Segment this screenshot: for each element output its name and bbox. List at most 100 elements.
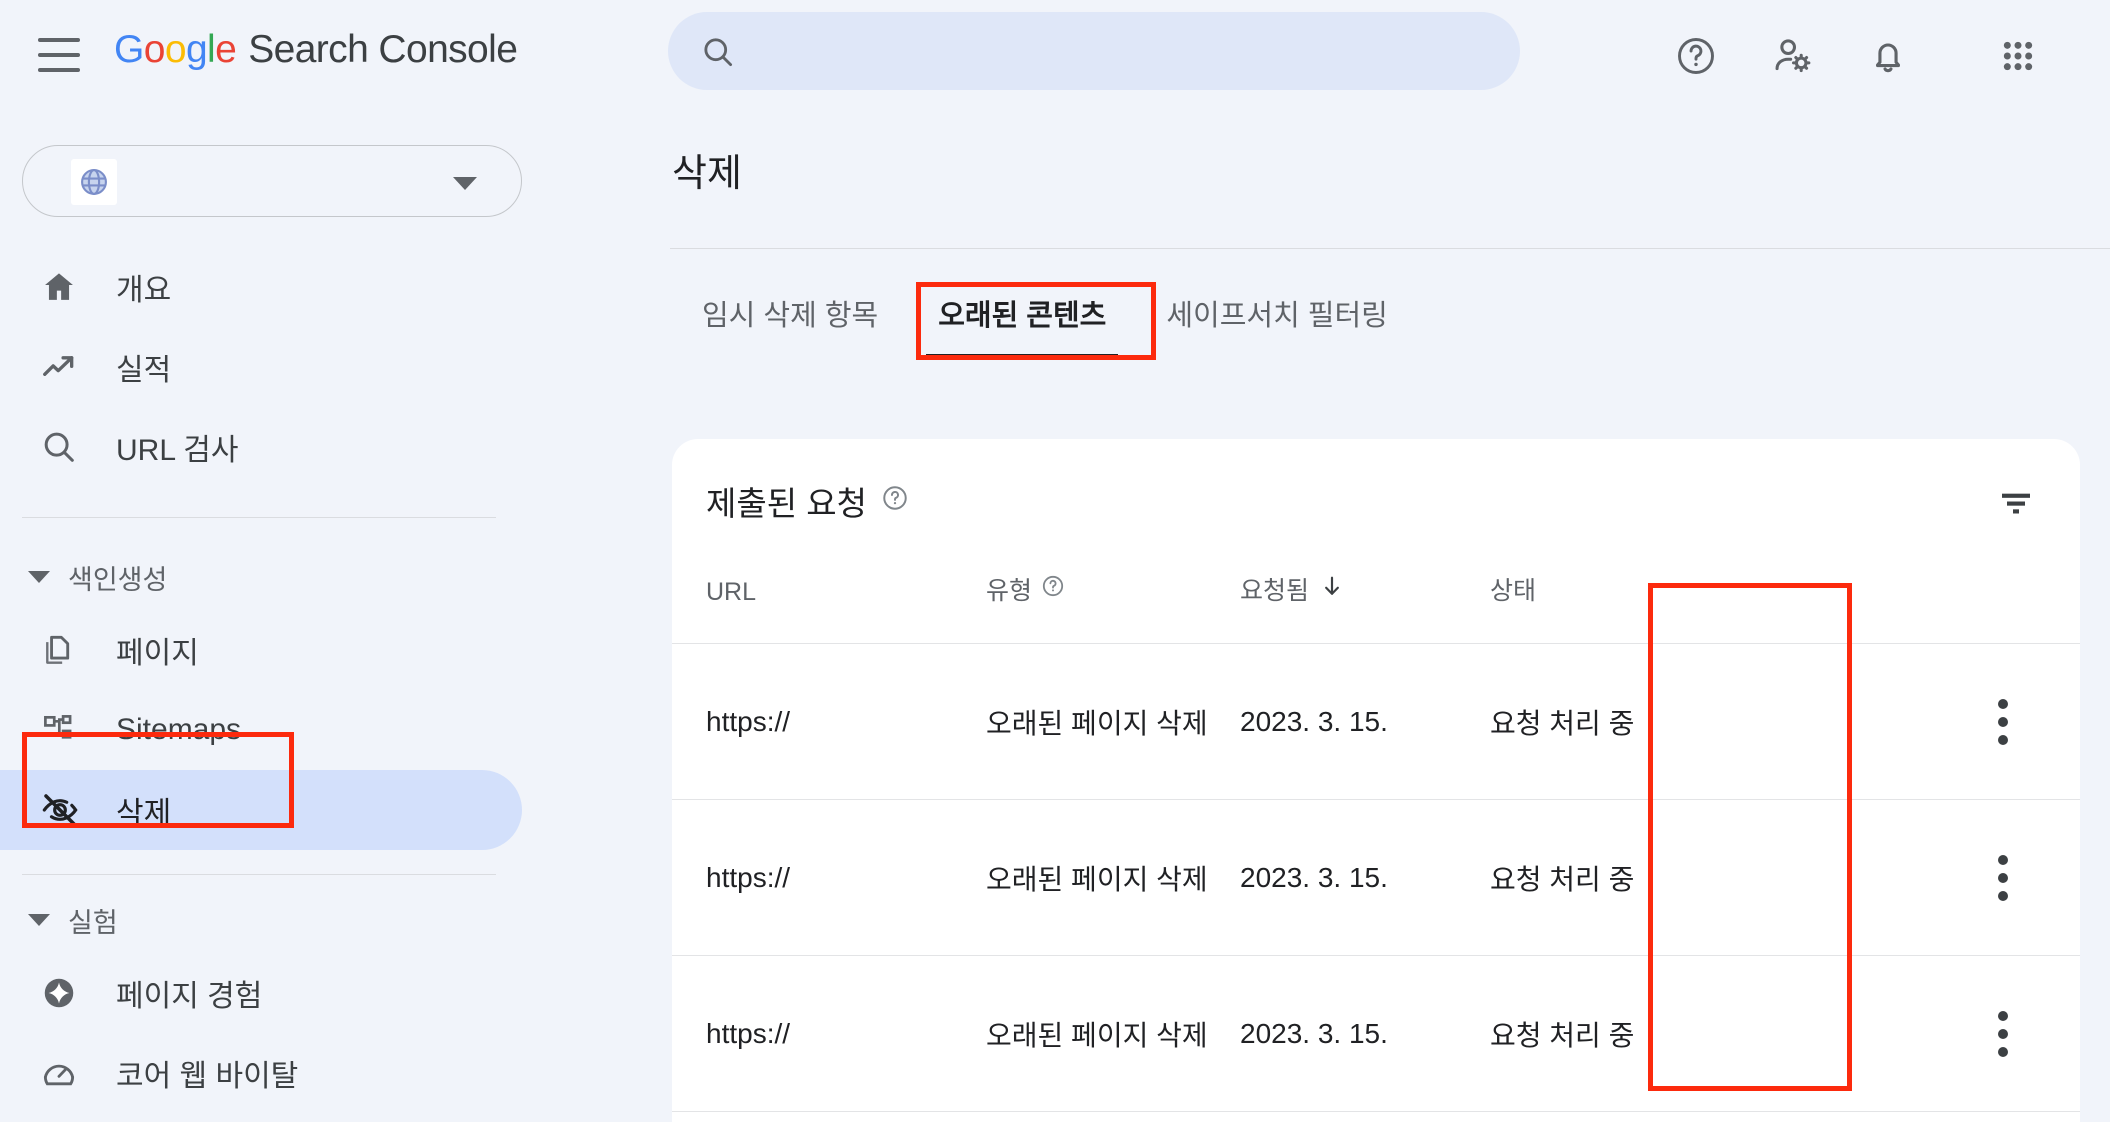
logo-letter-l: l xyxy=(207,28,216,71)
sidebar-item-page-experience[interactable]: 페이지 경험 xyxy=(0,953,648,1033)
help-icon[interactable] xyxy=(1648,26,1744,86)
sort-descending-arrow-icon xyxy=(1319,573,1345,606)
sidebar-item-label: 코어 웹 바이탈 xyxy=(116,1060,299,1093)
sidebar-item-url-inspection[interactable]: URL 검사 xyxy=(0,407,648,487)
cell-requested: 2023. 3. 15. xyxy=(1240,1111,1490,1122)
cell-type: 오래된 페이지 삭제 xyxy=(986,643,1240,800)
apps-grid-icon[interactable] xyxy=(1970,26,2066,86)
tab-bar: 임시 삭제 항목 오래된 콘텐츠 세이프서치 필터링 xyxy=(672,270,1418,360)
column-header-actions xyxy=(1696,565,2080,644)
table-row[interactable]: https:// 오래된 페이지 삭제 2023. 3. 15. 요청 처리 중 xyxy=(672,643,2080,800)
search-icon xyxy=(40,428,98,466)
tab-temporary-removals[interactable]: 임시 삭제 항목 xyxy=(672,270,908,360)
column-header-label: 상태 xyxy=(1490,577,1537,605)
cell-status: 요청 처리 중 xyxy=(1490,643,1696,800)
top-bar-icons xyxy=(1648,26,2066,86)
notifications-bell-icon[interactable] xyxy=(1840,26,1936,86)
eye-off-icon xyxy=(40,790,98,830)
logo-letter-e: e xyxy=(215,28,237,71)
column-header-status[interactable]: 상태 xyxy=(1490,565,1696,644)
cell-type: 오래된 페이지 삭제 xyxy=(986,799,1240,956)
chevron-down-icon xyxy=(453,177,477,190)
tab-outdated-content[interactable]: 오래된 콘텐츠 xyxy=(908,270,1136,360)
sidebar-nav: 개요 실적 URL 검사 색인생성 페이지 Sitemaps 삭제 실험 페이지… xyxy=(0,247,648,1113)
sidebar-section-indexing[interactable]: 색인생성 xyxy=(0,544,648,610)
sidebar-item-pages[interactable]: 페이지 xyxy=(0,610,648,690)
sidebar-item-core-web-vitals[interactable]: 코어 웹 바이탈 xyxy=(0,1033,648,1113)
main-content: 삭제 임시 삭제 항목 오래된 콘텐츠 세이프서치 필터링 제출된 요청 URL… xyxy=(648,112,2110,1122)
trending-up-icon xyxy=(40,348,98,386)
cell-status: 요청 처리 중 xyxy=(1490,799,1696,956)
card-title: 제출된 요청 xyxy=(706,477,909,525)
column-header-requested[interactable]: 요청됨 xyxy=(1240,565,1490,644)
user-settings-icon[interactable] xyxy=(1744,26,1840,86)
more-options-icon[interactable] xyxy=(1968,1010,2038,1057)
sidebar-item-label: URL 검사 xyxy=(116,434,239,467)
column-header-label: URL xyxy=(706,578,757,606)
column-header-label: 요청됨 xyxy=(1240,577,1310,605)
table-header-row: URL 유형 요청됨 상태 xyxy=(672,565,2080,644)
home-icon xyxy=(40,268,98,306)
cell-url: https:// xyxy=(672,643,986,800)
chevron-down-icon xyxy=(28,914,50,926)
pages-copy-icon xyxy=(40,631,98,669)
cell-url: https:// xyxy=(672,955,986,1112)
filter-icon[interactable] xyxy=(1996,483,2036,528)
sidebar-item-overview[interactable]: 개요 xyxy=(0,247,648,327)
title-divider xyxy=(670,248,2110,249)
hamburger-menu-icon[interactable] xyxy=(38,38,80,72)
requests-table: URL 유형 요청됨 상태 https:// 오래된 페이지 삭제 2023. … xyxy=(672,565,2080,1122)
sidebar-divider xyxy=(22,517,496,518)
submitted-requests-card: 제출된 요청 URL 유형 요청됨 상태 https:// 오래된 페이지 삭제… xyxy=(672,439,2080,1122)
page-experience-icon xyxy=(40,974,98,1012)
help-circle-icon[interactable] xyxy=(881,482,909,520)
cell-actions xyxy=(1696,799,2080,956)
sidebar-item-label: 삭제 xyxy=(116,797,172,830)
more-options-icon[interactable] xyxy=(1968,854,2038,901)
column-header-url[interactable]: URL xyxy=(672,565,986,644)
cell-requested: 2023. 3. 15. xyxy=(1240,955,1490,1112)
search-input[interactable] xyxy=(668,12,1520,90)
sidebar-item-label: 개요 xyxy=(116,274,172,307)
sidebar: 개요 실적 URL 검사 색인생성 페이지 Sitemaps 삭제 실험 페이지… xyxy=(0,112,648,1122)
card-title-text: 제출된 요청 xyxy=(706,485,867,522)
help-circle-icon[interactable] xyxy=(1041,574,1065,605)
table-body: https:// 오래된 페이지 삭제 2023. 3. 15. 요청 처리 중… xyxy=(672,643,2080,1122)
column-header-type[interactable]: 유형 xyxy=(986,565,1240,644)
more-options-icon[interactable] xyxy=(1968,698,2038,745)
table-row[interactable]: https:// 오래된 페이지 삭제 2023. 3. 15. 요청 처리 중 xyxy=(672,955,2080,1112)
sidebar-item-label: 페이지 경험 xyxy=(116,980,263,1013)
sidebar-item-label: 실적 xyxy=(116,354,172,387)
tab-safesearch-filtering[interactable]: 세이프서치 필터링 xyxy=(1136,270,1418,360)
sidebar-item-removals[interactable]: 삭제 xyxy=(0,770,522,850)
sidebar-item-label: 페이지 xyxy=(116,637,199,670)
cell-requested: 2023. 3. 15. xyxy=(1240,799,1490,956)
search-icon xyxy=(700,34,736,75)
sidebar-item-performance[interactable]: 실적 xyxy=(0,327,648,407)
table-row[interactable]: https:// 오래된 페이지 삭제 2023. 3. 15. 요청 처리 중 xyxy=(672,1111,2080,1122)
property-selector[interactable] xyxy=(22,145,522,217)
search-console-app: Google Search Console 개요 실적 URL 검사 색인생성 … xyxy=(0,0,2110,1122)
core-web-vitals-icon xyxy=(40,1054,98,1092)
logo-letter-g2: g xyxy=(185,28,208,71)
sidebar-divider xyxy=(22,874,496,875)
sidebar-section-experience[interactable]: 실험 xyxy=(0,887,648,953)
globe-favicon-icon xyxy=(71,159,117,205)
cell-requested: 2023. 3. 15. xyxy=(1240,643,1490,800)
card-header: 제출된 요청 xyxy=(672,439,2080,565)
top-bar: Google Search Console xyxy=(0,0,2110,112)
cell-status: 요청 처리 중 xyxy=(1490,955,1696,1112)
cell-url: https:// xyxy=(672,799,986,956)
sidebar-item-sitemaps[interactable]: Sitemaps xyxy=(0,690,648,770)
chevron-down-icon xyxy=(28,571,50,583)
brand-logo[interactable]: Google Search Console xyxy=(114,28,518,72)
sitemap-icon xyxy=(40,711,98,749)
logo-letter-o2: o xyxy=(164,28,187,71)
sidebar-section-label: 실험 xyxy=(68,907,118,938)
cell-url: https:// xyxy=(672,1111,986,1122)
cell-type: 오래된 페이지 삭제 xyxy=(986,1111,1240,1122)
logo-letter-g1: G xyxy=(114,28,144,71)
product-name: Search Console xyxy=(248,28,518,71)
cell-status: 요청 처리 중 xyxy=(1490,1111,1696,1122)
table-row[interactable]: https:// 오래된 페이지 삭제 2023. 3. 15. 요청 처리 중 xyxy=(672,799,2080,956)
